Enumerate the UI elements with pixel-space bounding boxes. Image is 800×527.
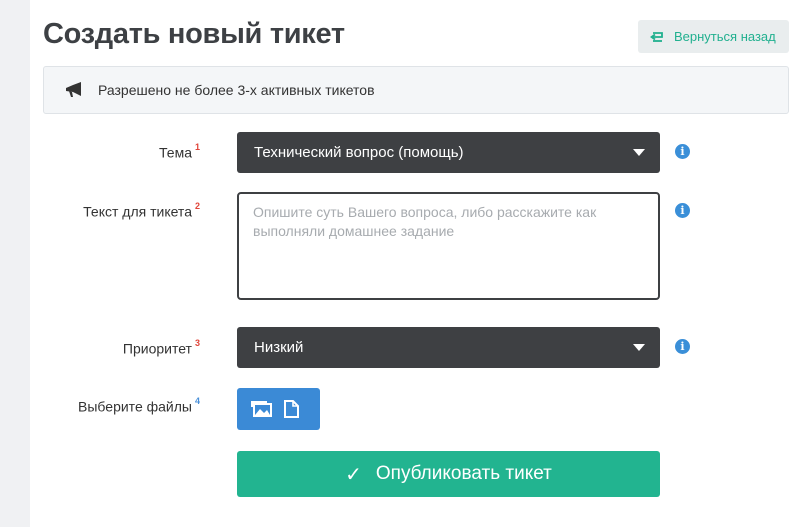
caret-down-icon — [633, 149, 645, 156]
image-upload-icon[interactable] — [251, 400, 273, 418]
files-label: Выберите файлы 4 — [30, 396, 200, 415]
topic-marker: 1 — [194, 142, 200, 152]
files-marker: 4 — [194, 396, 200, 406]
checkmark-icon: ✓ — [345, 463, 362, 486]
topic-select-value: Технический вопрос (помощь) — [254, 144, 464, 161]
priority-label: Приоритет 3 — [30, 338, 200, 357]
message-marker: 2 — [194, 201, 200, 211]
submit-ticket-label: Опубликовать тикет — [375, 463, 552, 484]
back-button-label: Вернуться назад — [674, 29, 776, 44]
megaphone-icon — [64, 81, 84, 99]
submit-ticket-button[interactable]: ✓ Опубликовать тикет — [237, 451, 660, 497]
priority-label-text: Приоритет — [122, 340, 192, 357]
message-label-text: Текст для тикета — [83, 203, 192, 220]
document-icon[interactable] — [284, 400, 299, 418]
file-upload-group — [237, 388, 320, 430]
page-title: Создать новый тикет — [43, 18, 345, 50]
priority-marker: 3 — [194, 338, 200, 348]
info-icon[interactable]: i — [675, 144, 690, 159]
info-icon[interactable]: i — [675, 203, 690, 218]
caret-down-icon — [633, 344, 645, 351]
message-label: Текст для тикета 2 — [30, 201, 200, 220]
notice-text: Разрешено не более 3-х активных тикетов — [98, 82, 375, 98]
notice-banner: Разрешено не более 3-х активных тикетов — [43, 66, 789, 114]
priority-select[interactable]: Низкий — [237, 327, 660, 368]
topic-select[interactable]: Технический вопрос (помощь) — [237, 132, 660, 173]
return-arrow-icon — [650, 31, 664, 43]
topic-label: Тема 1 — [30, 142, 200, 161]
files-label-text: Выберите файлы — [78, 398, 192, 415]
back-button[interactable]: Вернуться назад — [638, 20, 789, 53]
topic-label-text: Тема — [159, 144, 192, 161]
priority-select-value: Низкий — [254, 339, 304, 356]
info-icon[interactable]: i — [675, 339, 690, 354]
message-textarea[interactable] — [237, 192, 660, 300]
ticket-form-card: Создать новый тикет Вернуться назад Разр… — [30, 0, 800, 527]
